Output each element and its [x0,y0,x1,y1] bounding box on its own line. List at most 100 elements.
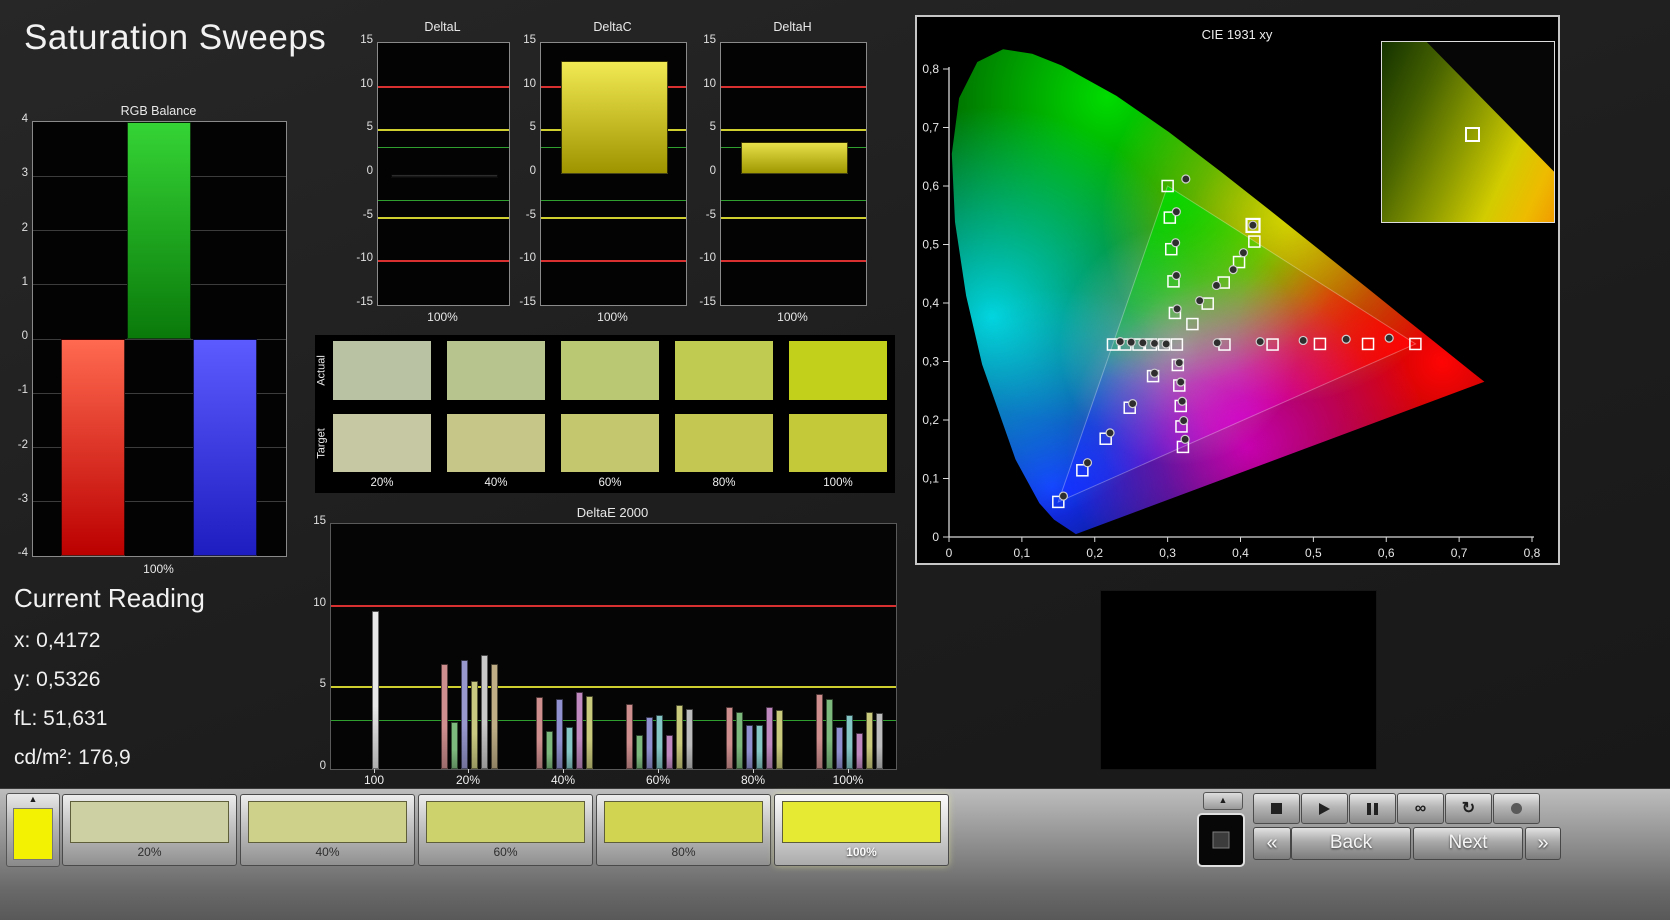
deltae-bar [866,712,873,769]
patch-window-icon [1213,832,1230,849]
gamut-zoom-panel [1381,41,1555,223]
deltae-bar [586,696,593,770]
saturation-patch-60%[interactable]: 60% [418,794,593,866]
back-button[interactable]: Back [1291,827,1411,860]
y-axis-tick-label: -15 [510,296,536,308]
y-axis-tick-label: 0,3 [922,355,939,369]
threshold-line [378,129,509,131]
saturation-patch-20%[interactable]: 20% [62,794,237,866]
threshold-line [721,86,866,88]
deltae-bar [746,725,753,769]
swatch-column-label: 100% [789,477,887,489]
y-axis-tick-label: -5 [690,209,716,221]
saturation-patch-40%[interactable]: 40% [240,794,415,866]
patch-window-button[interactable] [1197,813,1245,867]
measured-dot-marker [1256,338,1264,346]
measured-dot-marker [1172,272,1180,280]
deltae-bar [546,731,553,769]
reading-fl: fL: 51,631 [14,707,205,731]
actual-row-label: Actual [316,341,329,401]
transport-play-button[interactable] [1301,793,1348,824]
y-axis-tick-label: 5 [510,121,536,133]
measured-dot-marker [1175,359,1183,367]
transport-stop-button[interactable] [1253,793,1300,824]
x-axis-group-label: 100% [818,773,878,787]
saturation-patch-80%[interactable]: 80% [596,794,771,866]
expand-arrow-icon[interactable]: ▲ [1203,792,1243,810]
transport-infinity-button[interactable]: ∞ [1397,793,1444,824]
patch-label: 40% [241,845,414,859]
x-axis-tick [563,769,564,773]
measured-dot-marker [1083,459,1091,467]
rgb-bar-blue [193,339,257,556]
delta-c-plot [540,42,687,306]
x-axis-tick-label: 0,1 [1014,546,1031,560]
transport-refresh-button[interactable]: ↻ [1445,793,1492,824]
delta-h-chart: DeltaH 100% 151050-5-10-15 [686,20,900,325]
deltae-bar [536,697,543,769]
y-axis-tick-label: 0,2 [922,413,939,427]
swatch-column-label: 60% [561,477,659,489]
y-axis-tick-label: 15 [510,34,536,46]
back-chevron-icon[interactable]: « [1253,827,1291,860]
deltae-bar [656,715,663,769]
saturation-patch-100%[interactable]: 100% [774,794,949,866]
measured-dot-marker [1177,378,1185,386]
x-axis-tick [468,769,469,773]
next-button[interactable]: Next [1413,827,1523,860]
rgb-balance-chart: RGB Balance 100% 43210-1-2-3-4 [6,104,298,586]
y-axis-tick-label: 0 [932,530,939,544]
measured-dot-marker [1385,334,1393,342]
y-axis-tick-label: 10 [510,78,536,90]
deltae2000-chart: DeltaE 2000 15105010020%40%60%80%100% [300,505,912,797]
cie-title: CIE 1931 xy [1202,27,1273,42]
delta-h-plot [720,42,867,306]
next-chevron-icon[interactable]: » [1525,827,1561,860]
current-patch-swatch [13,808,53,860]
y-axis-tick-label: 0,1 [922,472,939,486]
target-swatch [447,414,545,472]
deltae-bar [441,664,448,769]
y-axis-tick-label: 3 [8,167,28,179]
patch-swatch [782,801,941,843]
measured-dot-marker [1151,339,1159,347]
deltae-bar [726,707,733,769]
x-axis-tick-label: 0,5 [1305,546,1322,560]
transport-pause-button[interactable] [1349,793,1396,824]
measured-dot-marker [1212,281,1220,289]
threshold-line [378,200,509,201]
deltae-bar [766,707,773,769]
measured-dot-marker [1127,338,1135,346]
collapse-arrow-icon[interactable]: ▲ [7,794,59,804]
x-axis-tick-label: 0,3 [1159,546,1176,560]
threshold-line [378,86,509,88]
threshold-line [721,217,866,219]
actual-swatch [333,341,431,400]
deltae-bar [461,660,468,769]
transport-record-button[interactable] [1493,793,1540,824]
deltae-bar [736,712,743,769]
deltae-bar [451,722,458,769]
x-axis-tick [753,769,754,773]
calibration-app-screen: Saturation Sweeps RGB Balance 100% 43210… [0,0,1670,920]
y-axis-tick-label: -15 [347,296,373,308]
stop-icon [1271,803,1282,814]
threshold-line [541,260,686,262]
threshold-line [721,260,866,262]
y-axis-tick-label: -5 [510,209,536,221]
current-reading-heading: Current Reading [14,583,205,614]
reading-x: x: 0,4172 [14,629,205,653]
deltae-bar [676,705,683,769]
patch-swatch [70,801,229,843]
measured-dot-marker [1059,492,1067,500]
swatch-column-label: 40% [447,477,545,489]
y-axis-tick-label: -1 [8,384,28,396]
actual-swatch [789,341,887,400]
threshold-line [541,200,686,201]
y-axis-tick-label: -4 [8,547,28,559]
y-axis-tick-label: 4 [8,113,28,125]
delta-c-title: DeltaC [540,20,685,34]
measured-dot-marker [1173,305,1181,313]
deltae-bar [876,713,883,769]
y-axis-tick-label: -5 [347,209,373,221]
